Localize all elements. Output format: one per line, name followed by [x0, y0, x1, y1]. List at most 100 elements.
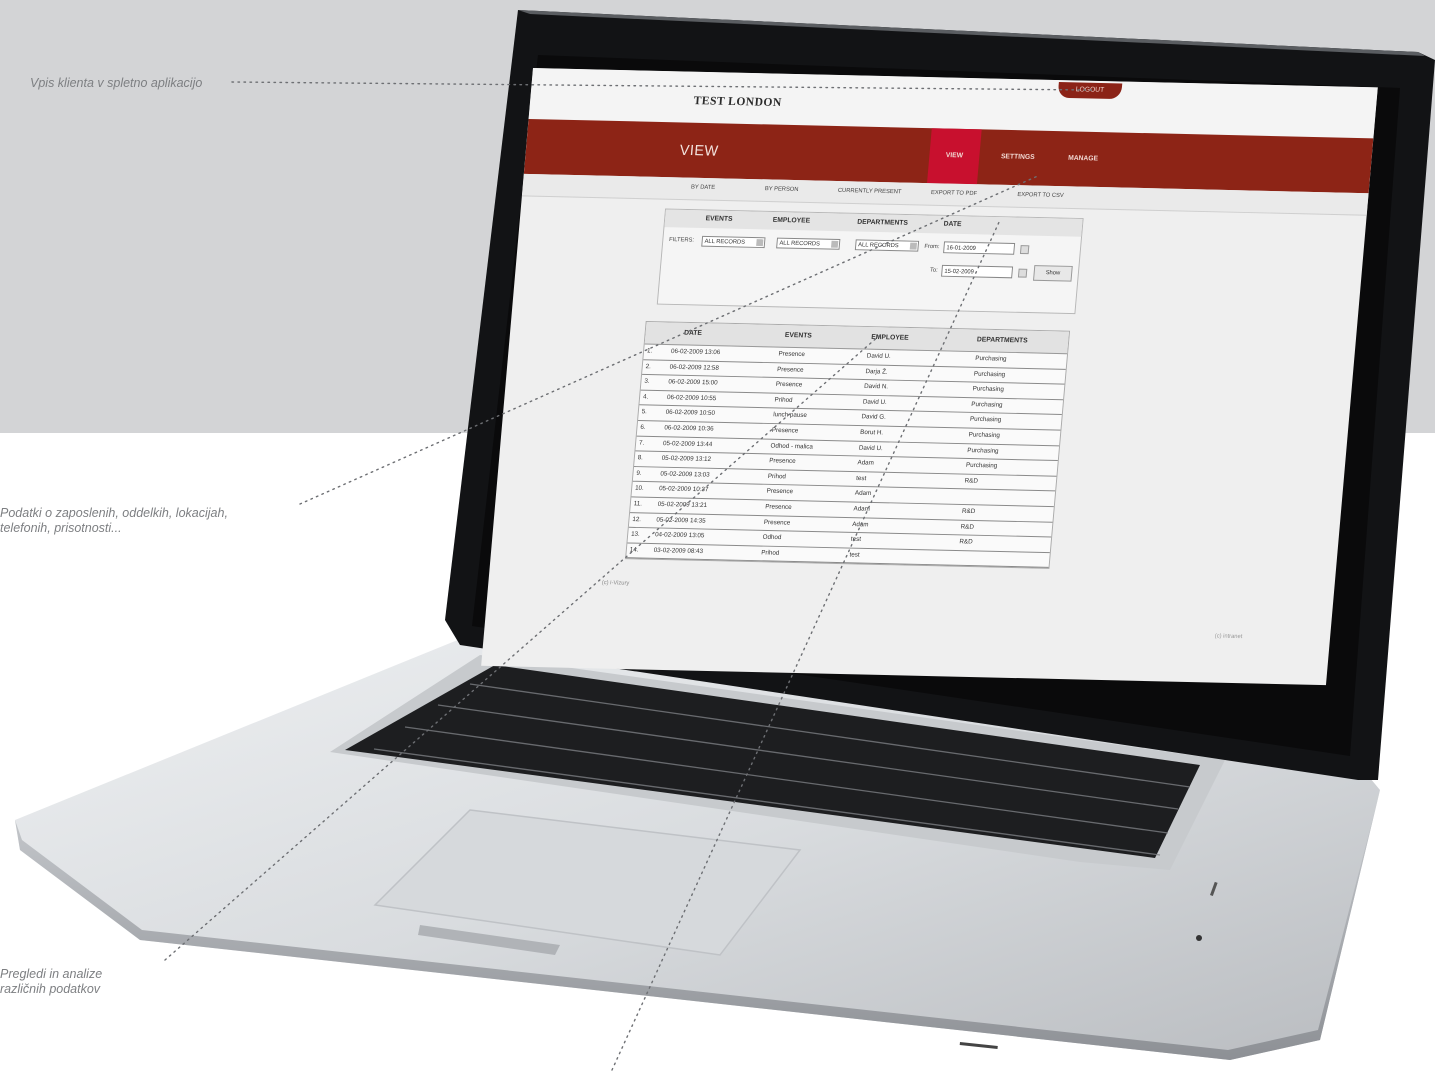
- row-department: Purchasing: [968, 431, 1001, 440]
- table-body: 1. 06-02-2009 13:06 Presence David U. Purcha…: [626, 344, 1068, 569]
- to-date-input[interactable]: 15-02-2009: [941, 264, 1014, 279]
- row-department: Purchasing: [965, 462, 998, 470]
- row-index: 8.: [637, 454, 644, 462]
- chevron-down-icon: [909, 242, 918, 250]
- row-date: 05-02-2009 13:03: [660, 470, 710, 479]
- from-date-input[interactable]: 16-01-2009: [943, 241, 1016, 255]
- row-date: 05-02-2009 13:12: [661, 455, 712, 464]
- row-event: Odhod - malica: [770, 442, 814, 451]
- row-employee: David U.: [858, 444, 884, 452]
- annotation-text: različnih podatkov: [0, 982, 101, 996]
- row-event: Prihod: [774, 396, 793, 404]
- subnav-by-date[interactable]: BY DATE: [691, 185, 716, 191]
- results-table: DATE EVENTS EMPLOYEE DEPARTMENTS 1. 06-02…: [625, 320, 1071, 570]
- filter-header-employee: EMPLOYEE: [772, 216, 811, 225]
- row-employee: David U.: [862, 398, 888, 406]
- row-employee: Darja Ž.: [865, 367, 888, 376]
- row-department: Purchasing: [967, 446, 999, 455]
- tab-manage[interactable]: MANAGE: [1052, 131, 1114, 187]
- footer-right: (c) intranet: [1214, 633, 1243, 641]
- show-button[interactable]: Show: [1033, 265, 1073, 282]
- subnav-export-pdf[interactable]: EXPORT TO PDF: [931, 190, 978, 197]
- row-department: Purchasing: [973, 370, 1006, 378]
- calendar-icon[interactable]: [1017, 268, 1028, 278]
- row-event: Presence: [763, 518, 791, 527]
- annotation-text: Pregledi in analize: [0, 967, 103, 981]
- filter-label: FILTERS:: [668, 237, 695, 244]
- row-date: 06-02-2009 10:55: [666, 393, 717, 402]
- row-date: 05-02-2009 13:21: [657, 500, 708, 509]
- filter-header-events: EVENTS: [705, 215, 733, 223]
- row-employee: test: [855, 474, 867, 482]
- row-employee: Adam: [853, 505, 871, 513]
- row-department: R&D: [961, 507, 976, 516]
- page-title: VIEW: [679, 142, 720, 160]
- row-index: 1.: [646, 347, 653, 355]
- row-index: 12.: [632, 515, 642, 523]
- row-index: 10.: [634, 485, 645, 493]
- row-department: R&D: [959, 538, 973, 546]
- annotation-text: Vpis klienta v spletno aplikacijo: [30, 76, 203, 90]
- filter-panel: EVENTS EMPLOYEE DEPARTMENTS DATE FILTERS…: [656, 208, 1084, 315]
- row-event: Presence: [766, 488, 794, 496]
- row-employee: Borut H.: [859, 428, 884, 437]
- row-employee: David U.: [866, 352, 892, 360]
- row-event: Presence: [775, 381, 803, 389]
- events-select-value: ALL RECORDS: [704, 238, 746, 246]
- chevron-down-icon: [756, 239, 764, 247]
- departments-select[interactable]: ALL RECORDS: [854, 239, 920, 252]
- annotation-employee-data: Podatki o zaposlenih, oddelkih, lokacija…: [0, 506, 228, 536]
- brand-logo: TEST LONDON: [693, 93, 783, 110]
- footer-left: (c) i-Vizury: [601, 580, 630, 587]
- row-department: Purchasing: [969, 416, 1002, 424]
- annotation-reports: Pregledi in analize različnih podatkov: [0, 967, 102, 997]
- row-index: 5.: [641, 408, 648, 416]
- row-event: Presence: [764, 503, 792, 511]
- annotation-text: Podatki o zaposlenih, oddelkih, lokacija…: [0, 506, 228, 520]
- row-employee: David G.: [861, 413, 887, 422]
- col-employee: EMPLOYEE: [871, 334, 909, 342]
- row-employee: test: [849, 551, 860, 559]
- row-date: 05-02-2009 13:44: [662, 439, 713, 448]
- row-event: Prihod: [760, 549, 780, 557]
- employee-select[interactable]: ALL RECORDS: [776, 237, 841, 250]
- logout-button[interactable]: LOGOUT: [1057, 82, 1123, 100]
- row-employee: test: [850, 535, 862, 544]
- row-index: 9.: [636, 469, 642, 477]
- row-index: 3.: [644, 378, 650, 386]
- row-department: R&D: [964, 477, 979, 485]
- annotation-text: telefonih, prisotnosti...: [0, 521, 122, 535]
- events-select[interactable]: ALL RECORDS: [701, 235, 766, 249]
- row-date: 06-02-2009 15:00: [668, 378, 718, 387]
- row-employee: Adam: [854, 490, 872, 498]
- row-employee: Adam: [851, 520, 869, 528]
- col-events: EVENTS: [784, 332, 813, 340]
- employee-select-value: ALL RECORDS: [779, 240, 821, 248]
- row-department: R&D: [960, 523, 975, 531]
- row-department: Purchasing: [971, 400, 1003, 409]
- row-index: 11.: [633, 500, 643, 508]
- row-event: Prihod: [767, 472, 787, 481]
- annotation-client-login: Vpis klienta v spletno aplikacijo: [30, 76, 202, 91]
- row-date: 03-02-2009 08:43: [653, 546, 704, 555]
- app-screen: TEST LONDON LOGOUT VIEW VIEW SETTINGS MA…: [481, 68, 1378, 686]
- col-date: DATE: [683, 329, 703, 337]
- row-index: 13.: [630, 530, 641, 538]
- subnav-export-csv[interactable]: EXPORT TO CSV: [1017, 192, 1064, 199]
- subnav-by-person[interactable]: BY PERSON: [765, 186, 799, 193]
- row-date: 05-02-2009 14:35: [656, 516, 706, 525]
- chevron-down-icon: [831, 240, 839, 248]
- row-event: Presence: [768, 457, 796, 465]
- row-date: 06-02-2009 13:06: [670, 348, 721, 357]
- row-event: lunch pause: [772, 411, 808, 420]
- tab-view[interactable]: VIEW: [927, 128, 982, 185]
- row-date: 05-02-2009 10:37: [658, 485, 709, 494]
- calendar-icon[interactable]: [1019, 245, 1030, 255]
- row-department: Purchasing: [974, 355, 1007, 363]
- tab-settings[interactable]: SETTINGS: [987, 130, 1049, 186]
- row-index: 14.: [629, 546, 639, 554]
- row-date: 06-02-2009 10:36: [664, 424, 714, 433]
- row-employee: David N.: [863, 383, 889, 391]
- row-event: Odhod: [762, 533, 782, 542]
- subnav-currently-present[interactable]: CURRENTLY PRESENT: [838, 188, 902, 195]
